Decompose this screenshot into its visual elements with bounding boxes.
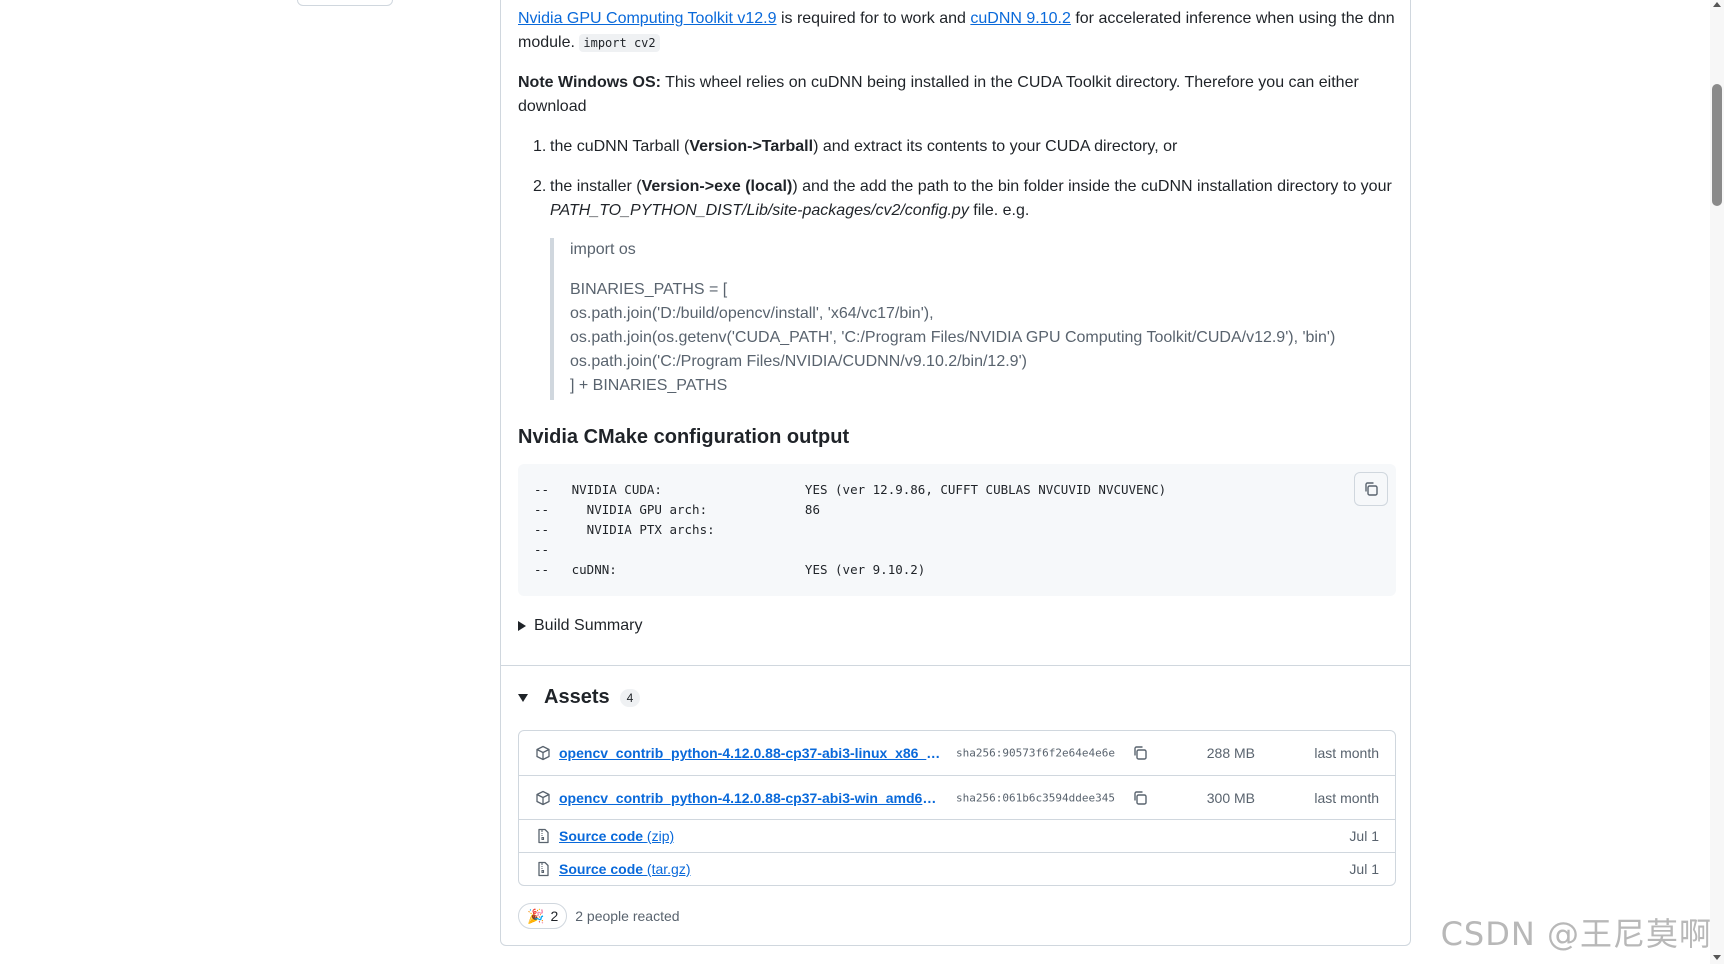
- scrollbar-thumb[interactable]: [1712, 84, 1722, 206]
- li1-text-b: ) and extract its contents to your CUDA …: [813, 138, 1178, 155]
- scroll-up-arrow-icon[interactable]: [1713, 2, 1721, 7]
- asset-date: last month: [1314, 789, 1379, 806]
- cuda-toolkit-link[interactable]: Nvidia GPU Computing Toolkit v12.9: [518, 10, 777, 27]
- cudnn-link[interactable]: cuDNN 9.10.2: [970, 10, 1071, 27]
- asset-size: 288 MB: [1206, 745, 1255, 761]
- cmake-output-codeblock: -- NVIDIA CUDA: YES (ver 12.9.86, CUFFT …: [518, 464, 1396, 596]
- copy-code-button[interactable]: [1354, 472, 1388, 506]
- asset-row: Source code (tar.gz) Jul 1: [519, 852, 1395, 885]
- copy-icon: [1365, 482, 1378, 496]
- source-code-label: Source code: [559, 861, 644, 877]
- file-zip-icon: [538, 828, 549, 844]
- li2-text-c: file. e.g.: [968, 202, 1030, 219]
- list-number: 1.: [533, 138, 547, 155]
- source-code-ext: (zip): [646, 828, 675, 844]
- blockquote-code-lines: BINARIES_PATHS = [ os.path.join('D:/buil…: [570, 278, 1335, 398]
- li1-text-a: the cuDNN Tarball (: [550, 138, 690, 155]
- hooray-emoji-icon: 🎉: [527, 907, 545, 924]
- reactions-bar: 🎉 2 2 people reacted: [518, 903, 680, 929]
- blockquote-import-line: import os: [570, 241, 636, 258]
- copy-icon[interactable]: [1132, 790, 1148, 806]
- source-code-targz-link[interactable]: Source code (tar.gz): [559, 861, 691, 877]
- build-summary-label: Build Summary: [534, 617, 643, 634]
- chevron-down-icon: [518, 693, 528, 702]
- disclosure-triangle-icon: [518, 621, 526, 631]
- reaction-button-hooray[interactable]: 🎉 2: [518, 903, 568, 929]
- build-summary-toggle[interactable]: Build Summary: [518, 614, 642, 638]
- assets-count-badge: 4: [619, 688, 641, 707]
- copy-icon[interactable]: [1132, 745, 1148, 761]
- assets-list: opencv_contrib_python-4.12.0.88-cp37-abi…: [518, 730, 1396, 886]
- li2-config-path: PATH_TO_PYTHON_DIST/Lib/site-packages/cv…: [550, 202, 969, 219]
- package-icon: [536, 790, 550, 805]
- release-card: Nvidia GPU Computing Toolkit v12.9 is re…: [500, 0, 1411, 946]
- inline-code-import: import cv2: [579, 34, 660, 52]
- blockquote-line: os.path.join('D:/build/opencv/install', …: [570, 305, 934, 322]
- blockquote-line: BINARIES_PATHS = [: [570, 281, 728, 298]
- asset-row: opencv_contrib_python-4.12.0.88-cp37-abi…: [519, 731, 1395, 775]
- li1-bold: Version->Tarball: [689, 138, 814, 155]
- sidebar-button-stub[interactable]: [297, 0, 393, 6]
- reactions-summary: 2 people reacted: [575, 908, 680, 924]
- blockquote-line: os.path.join(os.getenv('CUDA_PATH', 'C:/…: [570, 329, 1336, 346]
- windows-note-label: Note Windows OS:: [518, 74, 661, 91]
- toolkit-requirement-paragraph: Nvidia GPU Computing Toolkit v12.9 is re…: [518, 7, 1396, 55]
- blockquote-line: ] + BINARIES_PATHS: [570, 377, 728, 394]
- li2-bold: Version->exe (local): [641, 178, 793, 195]
- asset-sha256: sha256:061b6c3594ddee345: [956, 791, 1115, 804]
- list-number: 2.: [533, 178, 547, 195]
- asset-date: last month: [1314, 745, 1379, 761]
- file-zip-icon: [538, 861, 549, 877]
- package-icon: [536, 745, 550, 761]
- asset-download-link[interactable]: opencv_contrib_python-4.12.0.88-cp37-abi…: [559, 790, 941, 806]
- asset-date: Jul 1: [1349, 828, 1379, 844]
- source-code-zip-link[interactable]: Source code (zip): [559, 828, 674, 844]
- li2-text-b: ) and the add the path to the bin folder…: [792, 178, 1392, 195]
- list-item-text: the cuDNN Tarball (Version->Tarball) and…: [550, 135, 1396, 159]
- source-code-label: Source code: [559, 828, 644, 844]
- para1-text1: is required for to work and: [776, 10, 971, 27]
- reaction-count: 2: [550, 908, 559, 924]
- list-item-text: the installer (Version->exe (local)) and…: [550, 175, 1396, 223]
- page-scrollbar[interactable]: [1710, 0, 1724, 964]
- csdn-watermark: CSDN @王尼莫啊: [1440, 915, 1712, 953]
- section-divider: [501, 665, 1410, 666]
- assets-title: Assets: [544, 686, 610, 708]
- cmake-output-heading: Nvidia CMake configuration output: [518, 426, 850, 448]
- source-code-ext: (tar.gz): [646, 861, 691, 877]
- windows-note-paragraph: Note Windows OS: This wheel relies on cu…: [518, 71, 1396, 119]
- asset-row: opencv_contrib_python-4.12.0.88-cp37-abi…: [519, 775, 1395, 819]
- li2-text-a: the installer (: [550, 178, 642, 195]
- asset-row: Source code (zip) Jul 1: [519, 819, 1395, 852]
- assets-toggle[interactable]: Assets 4: [518, 686, 641, 709]
- scroll-down-arrow-icon[interactable]: [1713, 955, 1721, 960]
- asset-download-link[interactable]: opencv_contrib_python-4.12.0.88-cp37-abi…: [559, 745, 941, 761]
- blockquote-line: os.path.join('C:/Program Files/NVIDIA/CU…: [570, 353, 1027, 370]
- asset-size: 300 MB: [1206, 789, 1255, 806]
- asset-date: Jul 1: [1349, 861, 1379, 877]
- config-blockquote: import os BINARIES_PATHS = [ os.path.joi…: [550, 238, 1396, 400]
- asset-sha256: sha256:90573f6f2e64e4e6e: [956, 746, 1115, 760]
- cmake-output-text: -- NVIDIA CUDA: YES (ver 12.9.86, CUFFT …: [534, 482, 1167, 577]
